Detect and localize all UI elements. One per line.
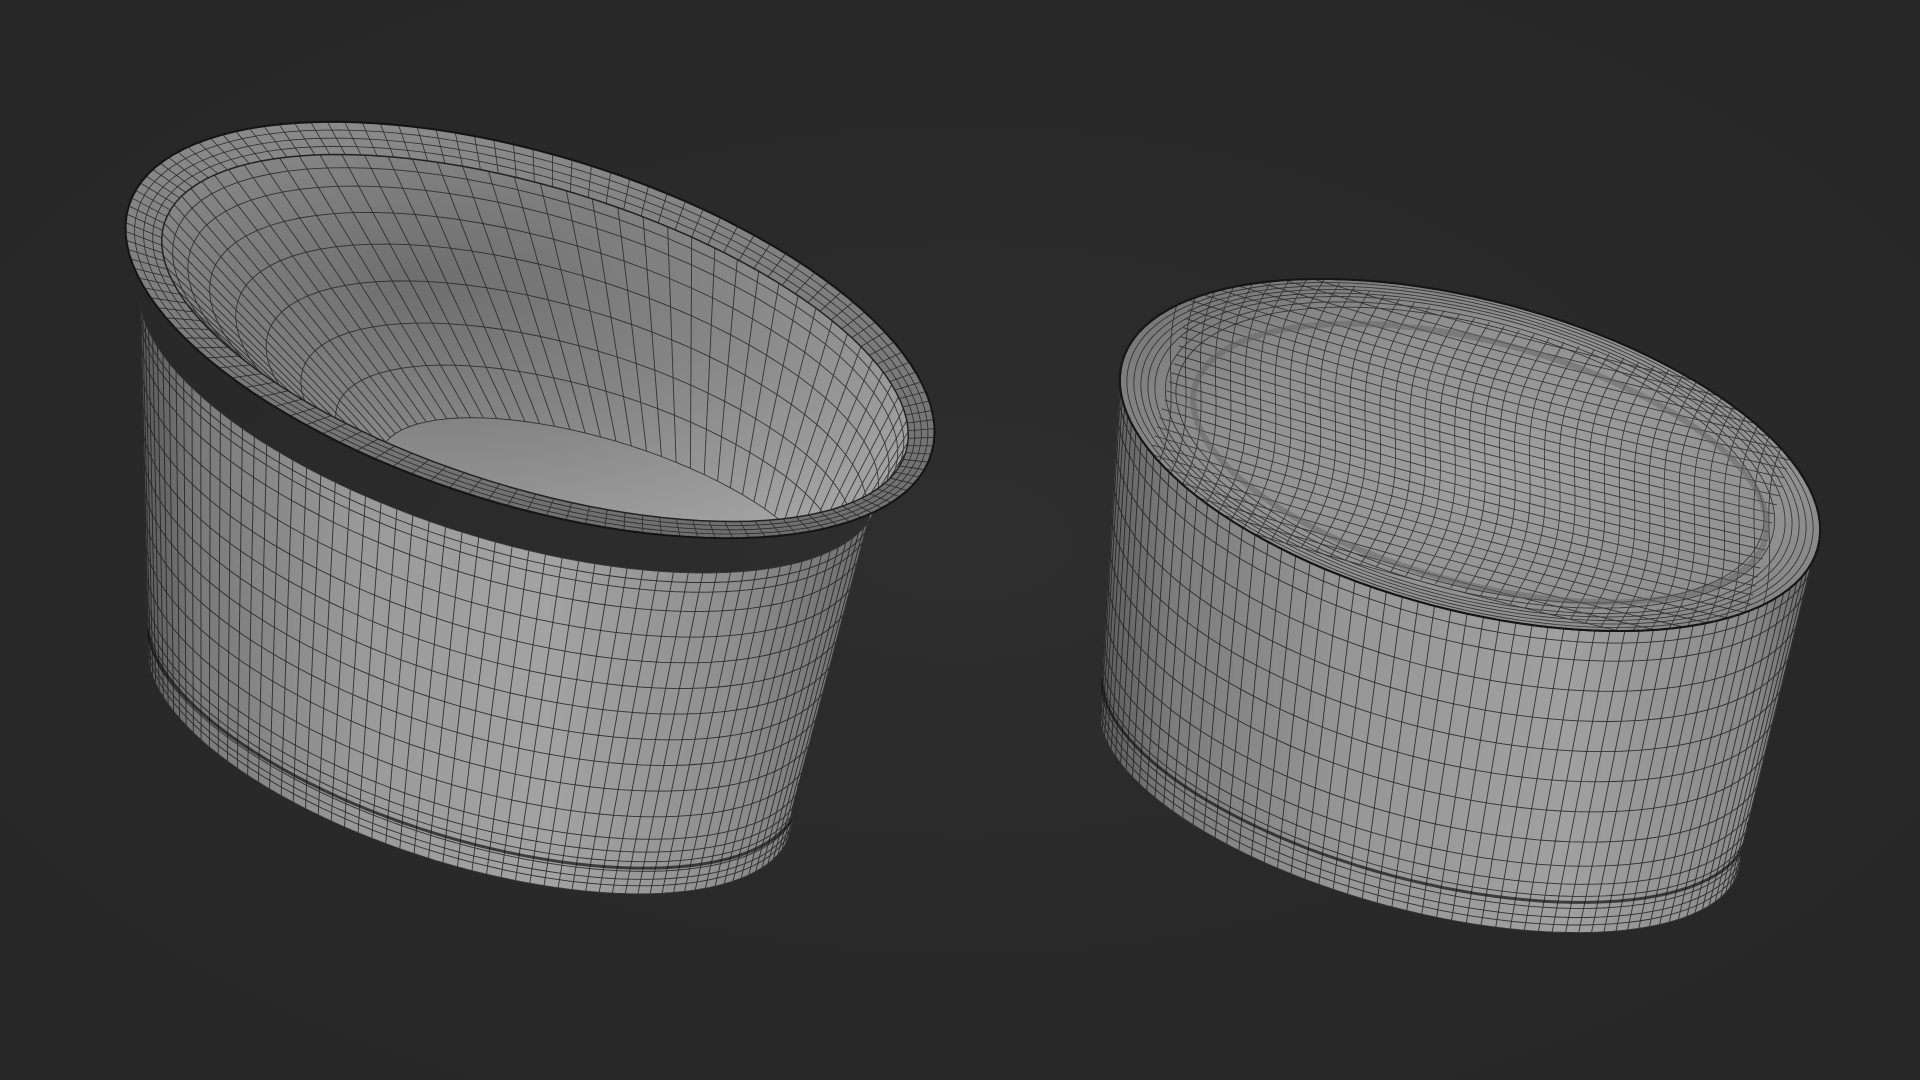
- wireframe-render: [124, 120, 1822, 933]
- sealed-cup-mesh: [1099, 278, 1822, 933]
- 3d-viewport[interactable]: [0, 0, 1920, 1080]
- open-cup-mesh: [124, 120, 936, 894]
